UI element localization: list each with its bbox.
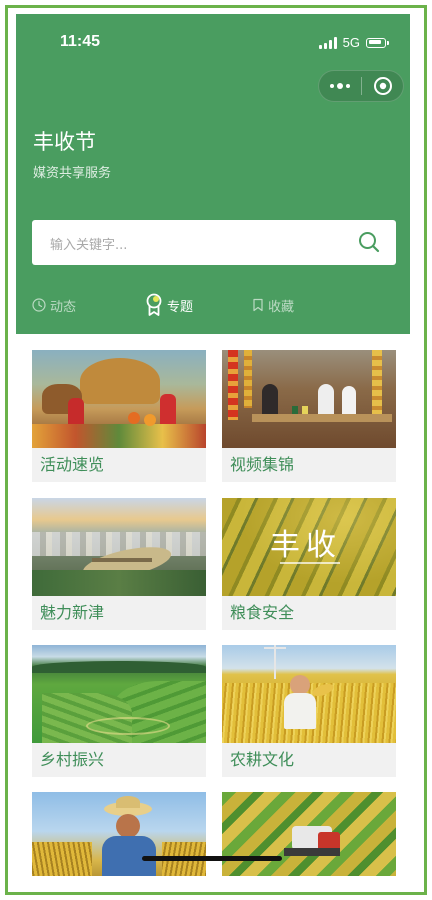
- target-icon: [373, 77, 392, 95]
- tab-topic-label: 专题: [167, 299, 194, 315]
- topic-card[interactable]: 活动速览: [32, 350, 206, 482]
- card-image: [222, 350, 396, 448]
- topic-card[interactable]: 丰收 粮食安全: [222, 498, 396, 630]
- card-image: [222, 645, 396, 743]
- badge-icon: [146, 293, 162, 316]
- search-icon[interactable]: [358, 231, 380, 253]
- card-label: 乡村振兴: [40, 750, 105, 769]
- header-panel: 11:45 5G 丰收节 媒资共享服务 输入关键字... 动态 专题 收藏: [16, 14, 410, 334]
- topic-card[interactable]: 乡村振兴: [32, 645, 206, 777]
- tab-bar: 动态 专题 收藏: [16, 290, 410, 320]
- overlay-calligraphy: 丰收: [270, 528, 342, 563]
- card-image: [32, 792, 206, 876]
- topic-card[interactable]: 视频集锦: [222, 350, 396, 482]
- tab-dynamic-label: 动态: [50, 299, 77, 315]
- card-image: [32, 498, 206, 596]
- home-indicator[interactable]: [142, 856, 282, 861]
- status-indicators: 5G: [318, 35, 389, 50]
- status-time: 11:45: [60, 33, 101, 50]
- tab-favorites-label: 收藏: [268, 299, 295, 315]
- tab-topic[interactable]: 专题: [145, 290, 193, 320]
- clock-icon: [32, 298, 46, 312]
- topic-card[interactable]: 魅力新津: [32, 498, 206, 630]
- miniprogram-capsule: [318, 70, 404, 102]
- search-bar[interactable]: 输入关键字...: [32, 220, 396, 265]
- card-image: [222, 792, 396, 876]
- card-image: 丰收: [222, 498, 396, 596]
- card-label: 活动速览: [40, 455, 105, 474]
- topic-grid: 活动速览 视频集锦 魅力新津 丰收 粮食安全 乡村振兴 农耕文化: [16, 334, 410, 876]
- page-title: 丰收节: [33, 130, 96, 154]
- network-type: 5G: [342, 35, 360, 50]
- card-label: 粮食安全: [230, 603, 295, 622]
- topic-card[interactable]: [32, 792, 206, 876]
- page-subtitle: 媒资共享服务: [33, 166, 112, 181]
- topic-card[interactable]: [222, 792, 396, 876]
- card-label: 视频集锦: [230, 455, 295, 474]
- signal-icon: [318, 36, 337, 49]
- card-image: [32, 645, 206, 743]
- phone-screen: 11:45 5G 丰收节 媒资共享服务 输入关键字... 动态 专题 收藏 活动…: [16, 14, 410, 876]
- search-input[interactable]: 输入关键字...: [50, 234, 127, 253]
- card-label: 魅力新津: [40, 603, 105, 622]
- card-image: [32, 350, 206, 448]
- tab-favorites[interactable]: 收藏: [252, 290, 294, 320]
- close-miniprogram-button[interactable]: [362, 71, 403, 101]
- bookmark-icon: [253, 298, 263, 312]
- topic-card[interactable]: 农耕文化: [222, 645, 396, 777]
- tab-dynamic[interactable]: 动态: [32, 290, 76, 320]
- card-label: 农耕文化: [230, 750, 295, 769]
- battery-icon: [366, 37, 389, 48]
- more-button[interactable]: [319, 71, 361, 101]
